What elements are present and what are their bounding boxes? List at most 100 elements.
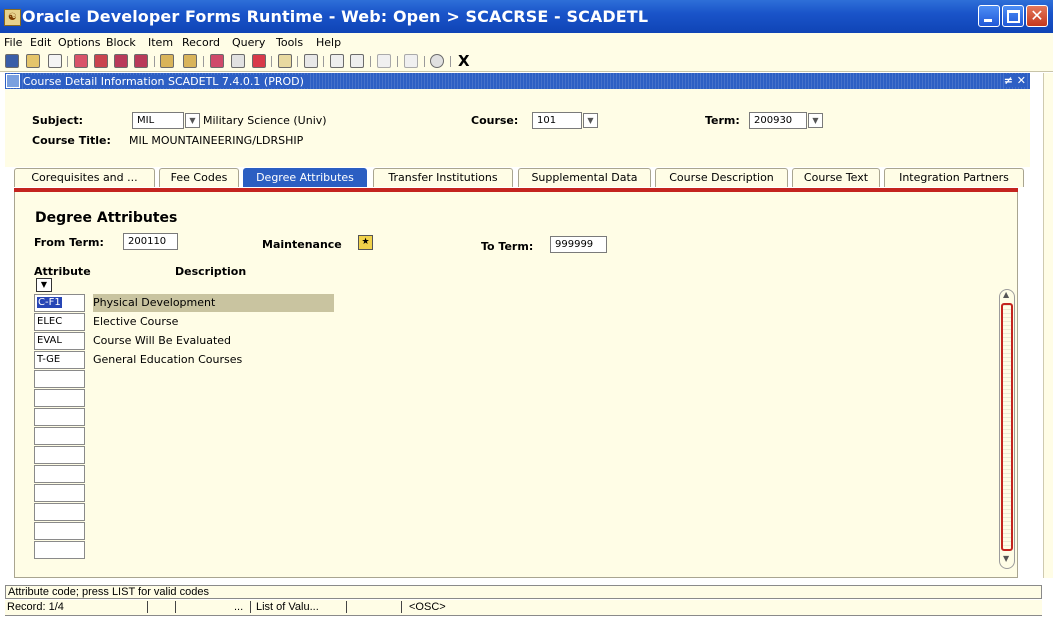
attribute-description: Physical Development — [93, 294, 334, 312]
attribute-code-field[interactable]: EVAL — [34, 332, 85, 350]
status-divider — [346, 601, 347, 613]
attribute-code-field[interactable]: ELEC — [34, 313, 85, 331]
options-icon[interactable] — [231, 54, 245, 68]
execute-query-icon[interactable] — [183, 54, 197, 68]
help-icon[interactable] — [430, 54, 444, 68]
enter-query-icon[interactable] — [160, 54, 174, 68]
scrollbar-thumb[interactable] — [1001, 303, 1013, 551]
menu-query[interactable]: Query — [232, 36, 265, 49]
key-block: Subject: MIL ▼ Military Science (Univ) C… — [5, 89, 1030, 167]
insert-record-icon[interactable] — [74, 54, 88, 68]
attribute-code-field[interactable] — [34, 465, 85, 483]
toolbar-separator — [203, 56, 204, 67]
section-heading: Degree Attributes — [35, 210, 178, 226]
copy-icon[interactable] — [330, 54, 344, 68]
item-properties-icon[interactable] — [377, 54, 391, 68]
attribute-column-header: Attribute — [34, 265, 91, 278]
window-scrollbar[interactable] — [1043, 73, 1053, 578]
menu-block[interactable]: Block — [106, 36, 136, 49]
from-term-field[interactable]: 200110 — [123, 233, 178, 250]
previous-block-icon[interactable] — [114, 54, 128, 68]
tab-corequisites[interactable]: Corequisites and ... — [14, 168, 155, 187]
close-icon[interactable]: ✕ — [1026, 5, 1048, 27]
menu-tools[interactable]: Tools — [276, 36, 303, 49]
status-divider — [147, 601, 148, 613]
duplicate-icon[interactable] — [252, 54, 266, 68]
osc-indicator: <OSC> — [409, 601, 446, 613]
scroll-up-icon[interactable]: ▲ — [1003, 290, 1009, 299]
subject-field[interactable]: MIL — [132, 112, 184, 129]
menu-file[interactable]: File — [4, 36, 22, 49]
status-bar: Record: 1/4 ... List of Valu... <OSC> — [5, 600, 1042, 616]
menu-item[interactable]: Item — [148, 36, 173, 49]
toolbar-separator — [397, 56, 398, 67]
tab-transfer-institutions[interactable]: Transfer Institutions — [373, 168, 513, 187]
attribute-code-field[interactable] — [34, 389, 85, 407]
calendar-icon[interactable] — [278, 54, 292, 68]
attribute-code-field[interactable] — [34, 408, 85, 426]
course-title-label: Course Title: — [32, 134, 111, 147]
attribute-code-field[interactable] — [34, 370, 85, 388]
status-ellipsis: ... — [234, 601, 244, 613]
print-icon[interactable] — [48, 54, 62, 68]
maximize-icon[interactable] — [1002, 5, 1024, 27]
export-icon[interactable] — [404, 54, 418, 68]
term-dropdown-icon[interactable]: ▼ — [808, 113, 823, 128]
toolbar-separator — [154, 56, 155, 67]
toolbar-separator — [370, 56, 371, 67]
subject-description: Military Science (Univ) — [203, 114, 327, 127]
course-label: Course: — [471, 114, 519, 127]
tab-course-text[interactable]: Course Text — [792, 168, 880, 187]
cancel-query-icon[interactable] — [210, 54, 224, 68]
toolbar-separator — [323, 56, 324, 67]
list-of-values-indicator: List of Valu... — [256, 601, 319, 613]
term-field[interactable]: 200930 — [749, 112, 807, 129]
attribute-code-field[interactable] — [34, 427, 85, 445]
subject-dropdown-icon[interactable]: ▼ — [185, 113, 200, 128]
attribute-code-field[interactable] — [34, 484, 85, 502]
attribute-code-field[interactable] — [34, 446, 85, 464]
next-block-icon[interactable] — [134, 54, 148, 68]
attribute-code-field[interactable]: C-F1 — [34, 294, 85, 312]
attribute-code-field[interactable]: T-GE — [34, 351, 85, 369]
records-scrollbar[interactable]: ▲ ▼ — [999, 289, 1015, 569]
toolbar-separator — [297, 56, 298, 67]
scroll-down-icon[interactable]: ▼ — [1003, 554, 1009, 563]
to-term-field[interactable]: 999999 — [550, 236, 607, 253]
inner-window-title: Course Detail Information SCADETL 7.4.0.… — [23, 75, 308, 88]
status-divider — [401, 601, 402, 613]
tab-fee-codes[interactable]: Fee Codes — [159, 168, 239, 187]
menu-edit[interactable]: Edit — [30, 36, 51, 49]
tab-course-description[interactable]: Course Description — [655, 168, 788, 187]
save-icon[interactable] — [5, 54, 19, 68]
attribute-sort-dropdown-icon[interactable]: ▼ — [36, 278, 52, 292]
attribute-description: General Education Courses — [93, 353, 243, 366]
toolbar: X — [0, 51, 1053, 72]
rollback-icon[interactable] — [26, 54, 40, 68]
menu-record[interactable]: Record — [182, 36, 220, 49]
print-screen-icon[interactable] — [350, 54, 364, 68]
minimize-icon[interactable] — [978, 5, 1000, 27]
window-title: Oracle Developer Forms Runtime - Web: Op… — [22, 7, 649, 26]
course-dropdown-icon[interactable]: ▼ — [583, 113, 598, 128]
maintenance-button-icon[interactable]: ★ — [358, 235, 373, 250]
menu-bar: File Edit Options Block Item Record Quer… — [0, 33, 1053, 51]
attribute-code-field[interactable] — [34, 541, 85, 559]
exit-button[interactable]: X — [458, 52, 470, 70]
menu-help[interactable]: Help — [316, 36, 341, 49]
record-count: Record: 1/4 — [7, 601, 64, 613]
menu-options[interactable]: Options — [58, 36, 100, 49]
attribute-code-field[interactable] — [34, 503, 85, 521]
inner-window-controls[interactable]: ≠ ✕ — [1003, 74, 1026, 87]
tab-supplemental-data[interactable]: Supplemental Data — [518, 168, 651, 187]
remove-record-icon[interactable] — [94, 54, 108, 68]
attribute-description: Course Will Be Evaluated — [93, 334, 232, 347]
course-title-value: MIL MOUNTAINEERING/LDRSHIP — [129, 134, 304, 147]
attribute-code-field[interactable] — [34, 522, 85, 540]
course-field[interactable]: 101 — [532, 112, 582, 129]
tab-integration-partners[interactable]: Integration Partners — [884, 168, 1024, 187]
delete-icon[interactable] — [304, 54, 318, 68]
oracle-forms-icon: ☯ — [4, 9, 21, 26]
form-icon — [6, 74, 20, 88]
tab-degree-attributes[interactable]: Degree Attributes — [243, 168, 367, 187]
